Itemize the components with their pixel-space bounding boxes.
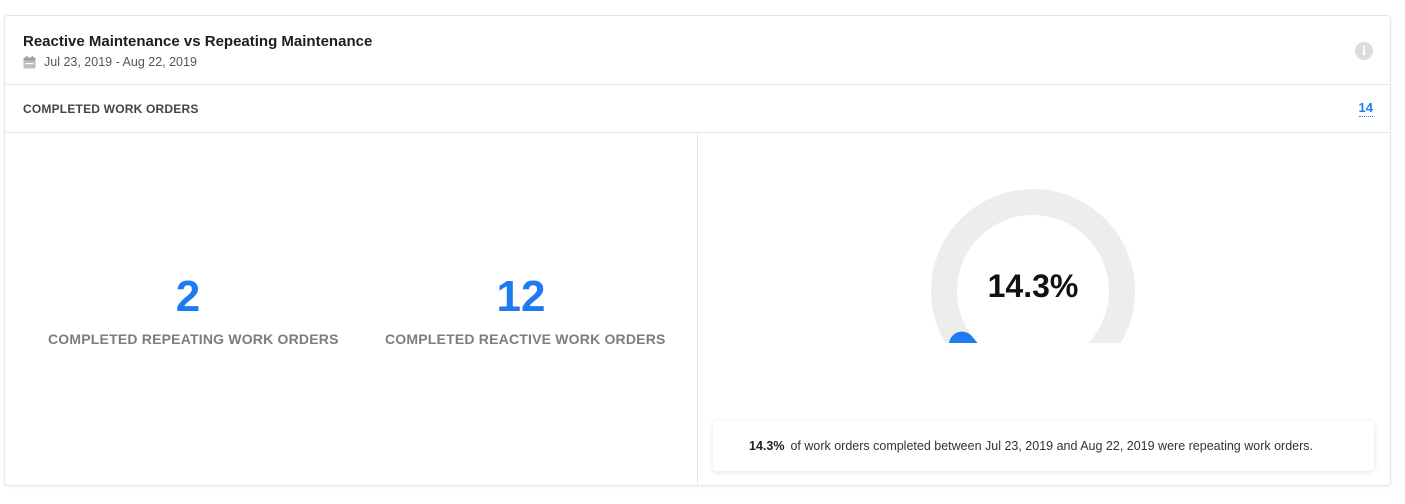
- stats-pane: 2 COMPLETED REPEATING WORK ORDERS 12 COM…: [5, 133, 698, 486]
- completed-work-orders-bar: COMPLETED WORK ORDERS 14: [5, 85, 1390, 133]
- gauge-percent: 14.3%: [987, 268, 1079, 304]
- reactive-label: COMPLETED REACTIVE WORK ORDERS: [385, 331, 666, 347]
- date-range-text: Jul 23, 2019 - Aug 22, 2019: [44, 55, 197, 69]
- summary-text: of work orders completed between Jul 23,…: [790, 439, 1313, 453]
- completed-work-orders-total-link[interactable]: 14: [1358, 100, 1373, 117]
- repeating-count: 2: [175, 272, 201, 321]
- reactive-vs-repeating-card: Reactive Maintenance vs Repeating Mainte…: [4, 15, 1391, 486]
- date-range: Jul 23, 2019 - Aug 22, 2019: [23, 55, 197, 69]
- card-title: Reactive Maintenance vs Repeating Mainte…: [23, 33, 373, 50]
- gauge-pane: 14.3% 14.3% of work orders completed betw…: [699, 133, 1392, 486]
- info-icon[interactable]: i: [1355, 42, 1373, 60]
- card-header: Reactive Maintenance vs Repeating Mainte…: [5, 16, 1390, 85]
- reactive-stat: 12 COMPLETED REACTIVE WORK ORDERS: [385, 272, 666, 348]
- repeating-stat: 2 COMPLETED REPEATING WORK ORDERS: [48, 272, 339, 348]
- card-body: 2 COMPLETED REPEATING WORK ORDERS 12 COM…: [5, 133, 1390, 486]
- repeating-label: COMPLETED REPEATING WORK ORDERS: [48, 331, 339, 347]
- completed-work-orders-label: COMPLETED WORK ORDERS: [23, 102, 199, 116]
- reactive-count: 12: [496, 272, 546, 321]
- percent-gauge: [931, 189, 1135, 343]
- summary-box: 14.3% of work orders completed between Ju…: [713, 421, 1374, 471]
- calendar-icon: [23, 55, 36, 68]
- summary-percent: 14.3%: [749, 439, 785, 453]
